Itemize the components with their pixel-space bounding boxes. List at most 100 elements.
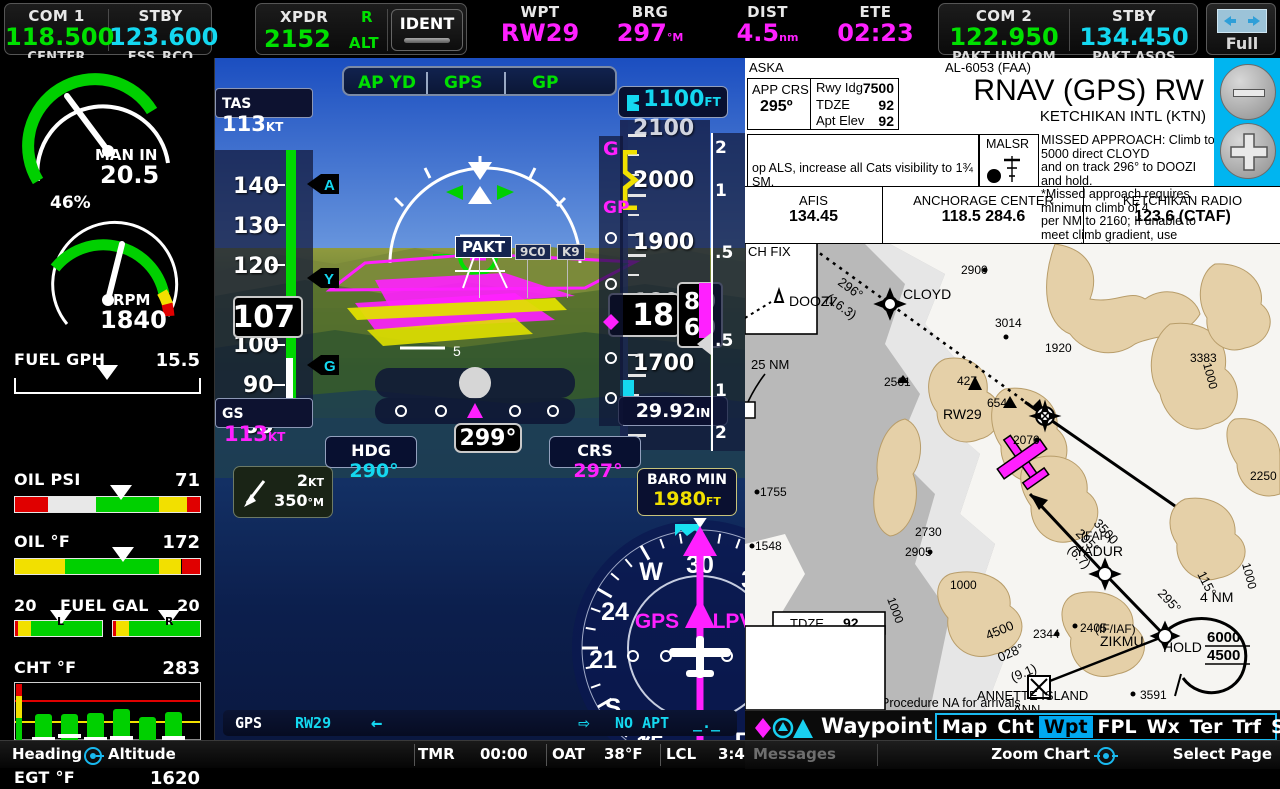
com1-standby-frequency[interactable]: 123.600 [109,24,218,50]
svg-text:2250: 2250 [1250,469,1277,483]
svg-text:W: W [639,558,663,586]
airspeed-tick-130: 130 [233,214,279,239]
primary-flight-display: AP YD GPS GP 5 PAKT 9C0 K9 TAS 113KT 140… [215,58,745,740]
chart-state: ASKA [749,60,784,75]
zoom-chart-hint[interactable]: Zoom Chart [991,745,1090,763]
zoom-controls-panel[interactable] [1214,58,1280,186]
svg-text:2730: 2730 [915,525,942,539]
tab-cht[interactable]: Cht [992,716,1039,738]
baro-min-unit: FT [705,495,721,508]
tas-label: TAS [222,96,252,112]
top-status-bar: COM 1 118.500 CENTER STBY 123.600 FSS_RC… [0,0,1280,65]
approach-course-box: APP CRS 295º Rwy Idg 7500 TDZE 92 Apt El… [747,78,899,130]
tab-wx[interactable]: Wx [1142,716,1185,738]
tab-fpl[interactable]: FPL [1093,716,1142,738]
oil-temp-pointer-icon [112,547,134,562]
svg-text:G: G [324,358,336,375]
egt-label: EGT °F [14,768,75,787]
tdze-label: TDZE [816,97,850,112]
svg-text:3014: 3014 [995,316,1022,330]
baro-minimums-box[interactable]: BARO MIN 1980FT [637,468,737,516]
knob-icon[interactable] [82,747,104,765]
right-arrow-icon[interactable]: ⇨ [578,712,589,734]
chart-al-number: AL-6053 (FAA) [945,60,1031,75]
hdg-label: HDG [351,441,391,460]
glidepath-annunciator: G [603,138,619,160]
oil-psi-pointer-icon [110,485,132,500]
gs-value: 113 [224,422,268,446]
course-select-box[interactable]: CRS 297° [549,436,641,482]
xpdr-code[interactable]: 2152 [264,26,331,52]
current-heading-readout: 299° [454,423,522,453]
left-arrow-icon[interactable]: ← [371,712,382,734]
svg-text:1920: 1920 [1045,341,1072,355]
svg-text:21: 21 [589,646,617,674]
egt-value: 1620 [149,768,200,789]
tab-trf[interactable]: Trf [1227,716,1266,738]
freq-afis-name: AFIS [799,193,828,208]
select-knob-icon[interactable] [1094,747,1118,765]
transponder-group[interactable]: XPDR R 2152 ALT IDENT [255,3,467,55]
zoom-out-button[interactable] [1220,64,1276,120]
com2-standby-frequency[interactable]: 134.450 [1070,24,1198,50]
select-page-hint[interactable]: Select Page [1173,745,1272,763]
messages-button[interactable]: Messages [753,745,836,763]
pfd-footer-bar: GPS RW29 ← ⇨ NO APT _._ _ [223,710,737,740]
freq-center: ANCHORAGE CENTER 118.5 284.6 [884,187,1084,243]
com2-frequency[interactable]: 122.950 [939,24,1069,50]
page-tab-strip[interactable]: Map Cht Wpt FPL Wx Ter Trf SX [935,713,1280,741]
svg-text:GPS: GPS [635,610,679,633]
airspeed-tick-120: 120 [233,254,279,279]
vsi-tick-1-up: 1 [715,181,727,201]
approach-chart-pane[interactable]: ASKA AL-6053 (FAA) RNAV (GPS) RW KETCHIK… [745,58,1280,710]
fuel-gph-label: FUEL GPH [14,350,106,369]
tab-wpt[interactable]: Wpt [1038,716,1093,738]
true-airspeed-box: TAS 113KT [215,88,313,136]
bearing-field: BRG 297°M [595,3,705,46]
tab-ter[interactable]: Ter [1185,716,1228,738]
hdg-value: 290° [349,460,399,482]
approach-plan-view[interactable]: 2900 3014 1920 3383 2561 427 654 2730 17… [745,244,1280,710]
zoom-in-button[interactable] [1220,123,1276,179]
apt-elev-value: 92 [878,113,894,129]
timer-value: 00:00 [480,745,528,763]
svg-text:1000: 1000 [950,578,977,592]
gs-unit: KT [267,430,286,444]
rpm-value: 1840 [100,306,167,334]
wind-arrow-icon [244,480,266,507]
svg-text:RW29: RW29 [943,406,982,422]
baro-min-label: BARO MIN [647,472,727,488]
man-value: 20.5 [100,161,160,189]
tab-map[interactable]: Map [937,716,992,738]
missed-line-1: MISSED APPROACH: Climb to 5000 direct CL… [1041,133,1215,161]
com1-frequency[interactable]: 118.500 [5,24,114,50]
heading-select-box[interactable]: HDG 290° [325,436,417,482]
footer-waypoint: RW29 [295,714,332,732]
ident-knob-icon [404,38,450,43]
footer-airport-status: NO APT [615,714,670,732]
svg-text:CH FIX: CH FIX [748,244,791,259]
ident-button[interactable]: IDENT [391,9,463,51]
cht-value: 283 [162,658,200,679]
page-selection-bar: Waypoint Map Cht Wpt FPL Wx Ter Trf SX [745,710,1280,742]
selected-altitude-value: 1100 [643,87,705,112]
selected-altitude-box[interactable]: 1100FT [618,86,728,118]
com2-group[interactable]: COM 2 122.950 PAKT UNICOM STBY 134.450 P… [938,3,1198,65]
com1-group[interactable]: COM 1 118.500 CENTER STBY 123.600 FSS_RC… [4,3,218,65]
page-group-label: Waypoint [821,714,933,738]
oat-value: 38°F [604,745,643,763]
airspeed-readout: 107 [232,296,303,338]
svg-text:CLOYD: CLOYD [903,286,951,302]
chart-airport: KETCHIKAN INTL (KTN) [1039,108,1206,125]
apt-elev-label: Apt Elev [816,113,865,128]
fuel-right-marker: R [165,615,174,628]
freq-afis: AFIS 134.45 [745,187,883,243]
traffic-label-1-group: 9C0 [515,244,551,298]
vsi-tick-half-up: .5 [715,243,734,263]
chart-title: RNAV (GPS) RW [973,74,1204,107]
tab-sx[interactable]: SX [1266,716,1280,738]
svg-text:1000: 1000 [884,595,906,625]
svg-text:25 NM: 25 NM [751,357,789,372]
full-screen-button[interactable]: Full [1206,3,1276,55]
oil-psi-label: OIL PSI [14,470,81,489]
